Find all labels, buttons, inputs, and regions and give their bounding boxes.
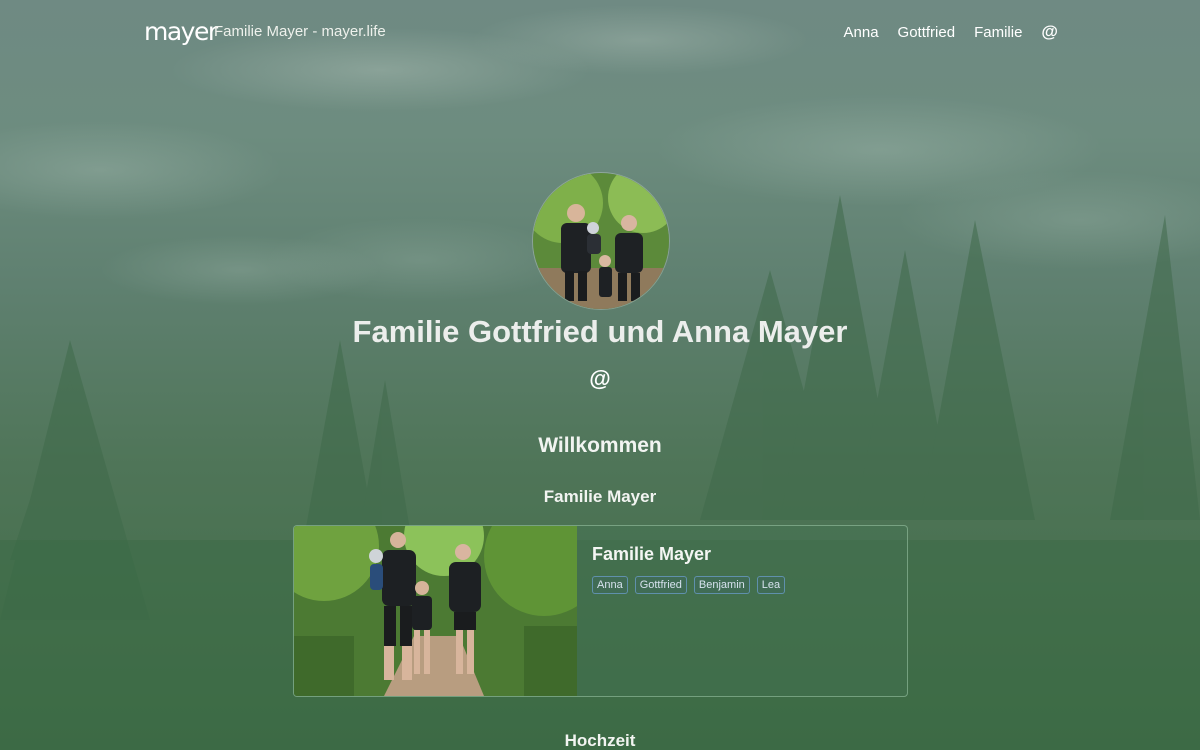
- family-card[interactable]: Familie Mayer Anna Gottfried Benjamin Le…: [293, 525, 908, 697]
- card-title[interactable]: Familie Mayer: [592, 544, 711, 565]
- site-title[interactable]: Familie Mayer - mayer.life: [214, 23, 386, 40]
- tag-gottfried[interactable]: Gottfried: [634, 576, 687, 594]
- nav-link-gottfried[interactable]: Gottfried: [898, 24, 956, 41]
- nav-contact-icon[interactable]: @: [1041, 22, 1058, 42]
- family-avatar: [532, 172, 670, 310]
- site-logo[interactable]: mayer: [144, 18, 218, 46]
- welcome-heading: Willkommen: [538, 434, 662, 457]
- wedding-heading: Hochzeit: [564, 731, 636, 750]
- member-tags: Anna Gottfried Benjamin Lea: [592, 576, 786, 594]
- group-heading: Familie Mayer: [543, 487, 657, 506]
- nav-link-familie[interactable]: Familie: [974, 24, 1022, 41]
- tag-benjamin[interactable]: Benjamin: [693, 576, 750, 594]
- nav-links: Anna Gottfried Familie @: [844, 22, 1059, 42]
- tag-lea[interactable]: Lea: [756, 576, 786, 594]
- page-title: Familie Gottfried und Anna Mayer: [352, 314, 848, 349]
- tag-anna[interactable]: Anna: [592, 576, 628, 594]
- nav-link-anna[interactable]: Anna: [844, 24, 879, 41]
- family-photo: [294, 526, 604, 696]
- top-navigation: mayer Familie Mayer - mayer.life Anna Go…: [0, 0, 1200, 64]
- contact-at-icon[interactable]: @: [0, 366, 1200, 392]
